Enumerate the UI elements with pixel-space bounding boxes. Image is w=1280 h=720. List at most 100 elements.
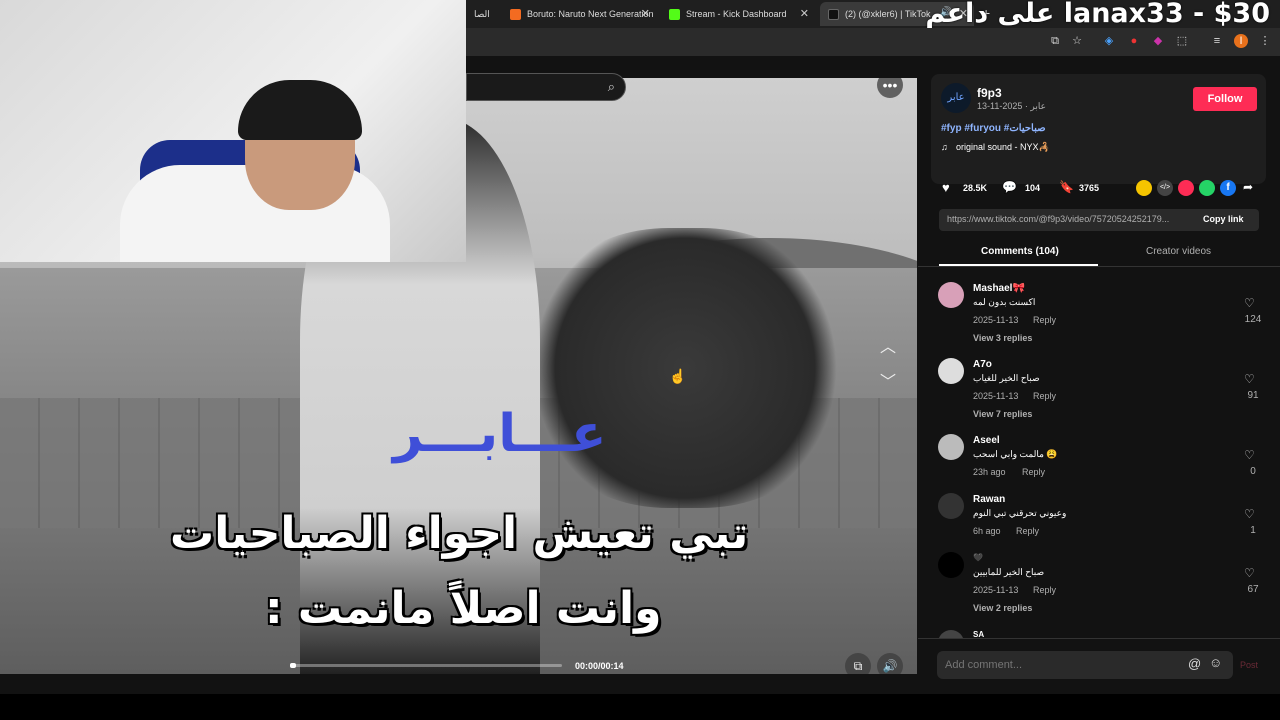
bookmark-star-icon[interactable]: ☆ [1070, 34, 1084, 48]
reply-button[interactable]: Reply [1033, 315, 1056, 325]
tab-creator-videos[interactable]: Creator videos [1146, 246, 1211, 257]
extension-icon[interactable]: ◈ [1102, 34, 1116, 48]
avatar[interactable] [938, 358, 964, 384]
comment-text: مالمت وابي اسحب 😩 [973, 449, 1058, 459]
author-avatar[interactable]: عابر [941, 83, 971, 113]
comment-date: 2025-11-13 [973, 391, 1019, 401]
extension-icon[interactable]: ● [1127, 34, 1141, 48]
close-icon[interactable]: ✕ [641, 7, 650, 20]
heart-icon[interactable]: ♡ [1244, 507, 1255, 521]
comment-text: وعيوني تحرقني تبي النوم [973, 508, 1067, 518]
heart-icon[interactable]: ♡ [1244, 296, 1255, 310]
chevron-down-icon[interactable]: ﹀ [880, 368, 896, 392]
whatsapp-icon[interactable] [1199, 180, 1215, 196]
view-replies-button[interactable]: View 2 replies [973, 603, 1032, 613]
sound-name[interactable]: original sound - NYX🦂 [956, 142, 1050, 153]
heart-icon[interactable]: ♡ [1244, 566, 1255, 580]
menu-icon[interactable]: ⋮ [1258, 34, 1272, 48]
comment-icon[interactable]: 💬 [1002, 180, 1017, 194]
comment-user[interactable]: Mashael🎀 [973, 283, 1025, 294]
share-arrow-icon[interactable]: ➦ [1243, 180, 1253, 194]
video-watermark: عـــابـــر [393, 404, 607, 464]
donation-overlay: على داعم lanax33 - $30 [925, 0, 1270, 29]
tab-boruto[interactable]: Boruto: Naruto Next Generation ✕ [502, 2, 656, 26]
list-item: A7o صباح الخير للغياب 2025-11-13 Reply V… [918, 354, 1280, 430]
emoji-icon[interactable]: ☺ [1209, 655, 1222, 670]
view-replies-button[interactable]: View 7 replies [973, 409, 1032, 419]
volume-icon[interactable]: 🔊 [877, 653, 903, 674]
crunchyroll-icon [510, 8, 521, 20]
video-caption-line-2: وانت اصلاً مانمت : [265, 583, 662, 634]
comment-user[interactable]: Rawan [973, 494, 1005, 505]
comment-text: اكسنت بدون لمه [973, 297, 1036, 307]
avatar[interactable] [938, 630, 964, 638]
chevron-up-icon[interactable]: ︿ [880, 333, 896, 357]
avatar[interactable] [938, 552, 964, 578]
view-replies-button[interactable]: View 3 replies [973, 333, 1032, 343]
reply-button[interactable]: Reply [1022, 467, 1045, 477]
avatar[interactable]: I [1234, 34, 1248, 48]
hashtags[interactable]: #fyp #furyou #صباحيات [941, 123, 1046, 134]
author-name[interactable]: f9p3 [977, 86, 1002, 100]
comment-date: 2025-11-13 [973, 585, 1019, 595]
comment-date: 6h ago [973, 526, 1001, 536]
progress-bar[interactable] [290, 663, 562, 668]
avatar[interactable] [938, 434, 964, 460]
extension-icon[interactable]: ◆ [1151, 34, 1165, 48]
repost-icon[interactable] [1178, 180, 1194, 196]
tiktok-icon [828, 8, 839, 20]
tab-kick[interactable]: Stream - Kick Dashboard ✕ [661, 2, 815, 26]
mention-icon[interactable]: @ [1188, 656, 1201, 671]
comment-user[interactable]: Aseel [973, 435, 1000, 446]
avatar[interactable] [938, 493, 964, 519]
comment-user[interactable]: A7o [973, 359, 992, 370]
comment-date: 23h ago [973, 467, 1006, 477]
comment-input[interactable] [945, 655, 1175, 675]
post-info-card: عابر f9p3 عابر · 2025-11-13 Follow #fyp … [931, 74, 1266, 184]
more-options-icon[interactable]: ••• [877, 78, 903, 98]
video-time: 00:00/00:14 [575, 661, 624, 671]
like-count: 28.5K [963, 183, 988, 193]
follow-button[interactable]: Follow [1193, 87, 1257, 111]
pip-icon[interactable]: ⧉ [845, 653, 871, 674]
video-details-panel: عابر f9p3 عابر · 2025-11-13 Follow #fyp … [918, 56, 1280, 694]
comment-likes: 91 [1247, 390, 1259, 401]
video-caption-line-1: تبي تعيش اجواء الصباحيات [170, 508, 749, 559]
comment-date: 2025-11-13 [973, 315, 1019, 325]
list-item: Aseel مالمت وابي اسحب 😩 23h ago Reply ♡ … [918, 430, 1280, 488]
tab-title: الصا [474, 8, 490, 19]
puzzle-icon[interactable]: ⬚ [1175, 34, 1189, 48]
media-icon[interactable]: ≡ [1210, 34, 1224, 48]
share-friends-icon[interactable] [1136, 180, 1152, 196]
link-box: https://www.tiktok.com/@f9p3/video/75720… [939, 209, 1259, 231]
heart-icon[interactable]: ♡ [1244, 448, 1255, 462]
video-link[interactable]: https://www.tiktok.com/@f9p3/video/75720… [947, 214, 1192, 224]
embed-icon[interactable]: </> [1157, 180, 1173, 196]
divider [918, 638, 1280, 639]
copy-link-button[interactable]: Copy link [1203, 214, 1244, 224]
comment-list[interactable]: Mashael🎀 اكسنت بدون لمه 2025-11-13 Reply… [918, 278, 1280, 638]
like-icon[interactable]: ♥ [942, 180, 950, 195]
comment-text: صباح الخير للمابيين [973, 567, 1045, 577]
progress-handle[interactable] [290, 663, 296, 668]
comment-input-box[interactable]: @ ☺ [937, 651, 1233, 679]
cast-icon[interactable]: ⧉ [1048, 34, 1062, 48]
tab-comments[interactable]: Comments (104) [981, 246, 1059, 257]
search-bar[interactable]: ⌕ [466, 73, 626, 101]
comment-user[interactable]: SA [973, 630, 984, 638]
post-comment-button[interactable]: Post [1240, 660, 1258, 670]
list-item: SA [918, 624, 1280, 638]
reply-button[interactable]: Reply [1033, 391, 1056, 401]
comment-user[interactable]: 🖤 [973, 553, 983, 562]
avatar[interactable] [938, 282, 964, 308]
comment-likes: 0 [1250, 466, 1256, 477]
save-count: 3765 [1079, 183, 1100, 193]
reply-button[interactable]: Reply [1016, 526, 1039, 536]
heart-icon[interactable]: ♡ [1244, 372, 1255, 386]
facebook-icon[interactable]: f [1220, 180, 1236, 196]
save-icon[interactable]: 🔖 [1059, 180, 1074, 194]
reply-button[interactable]: Reply [1033, 585, 1056, 595]
close-icon[interactable]: ✕ [800, 7, 809, 20]
webcam-overlay [0, 0, 466, 262]
search-icon[interactable]: ⌕ [608, 79, 615, 95]
